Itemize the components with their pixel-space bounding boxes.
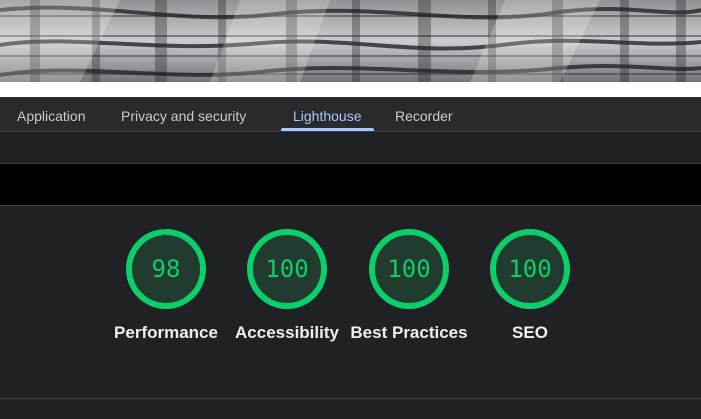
best-practices-score-ring: 100 [368,228,450,310]
tab-lighthouse[interactable]: Lighthouse [281,97,373,131]
best-practices-gauge[interactable]: 100 Best Practices [349,228,469,345]
tab-application[interactable]: Application [17,97,86,131]
lighthouse-toolbar [0,132,701,164]
accessibility-score-ring: 100 [246,228,328,310]
performance-score-ring: 98 [125,228,207,310]
best-practices-score-value: 100 [387,255,431,283]
performance-label: Performance [114,323,218,342]
best-practices-label: Best Practices [350,323,468,342]
lighthouse-report: 98 Performance 100 Accessibility 100 Bes… [0,205,701,398]
tab-recorder[interactable]: Recorder [395,97,453,131]
website-preview-image [0,0,701,82]
performance-score-value: 98 [151,255,181,283]
devtools-window: Application Privacy and security Lightho… [0,0,701,419]
score-gauges: 98 Performance 100 Accessibility 100 Bes… [0,206,701,399]
accessibility-score-value: 100 [265,255,309,283]
report-bottom-area [0,399,701,419]
accessibility-label: Accessibility [235,323,339,342]
lighthouse-report-header [0,164,701,205]
accessibility-gauge[interactable]: 100 Accessibility [227,228,347,345]
seo-label: SEO [512,323,548,342]
seo-gauge[interactable]: 100 SEO [470,228,590,345]
seo-score-ring: 100 [489,228,571,310]
website-preview-bottom-gap [0,82,701,97]
seo-score-value: 100 [508,255,552,283]
performance-gauge[interactable]: 98 Performance [106,228,226,345]
tab-privacy-and-security[interactable]: Privacy and security [121,97,246,131]
devtools-tab-bar: Application Privacy and security Lightho… [0,97,701,132]
